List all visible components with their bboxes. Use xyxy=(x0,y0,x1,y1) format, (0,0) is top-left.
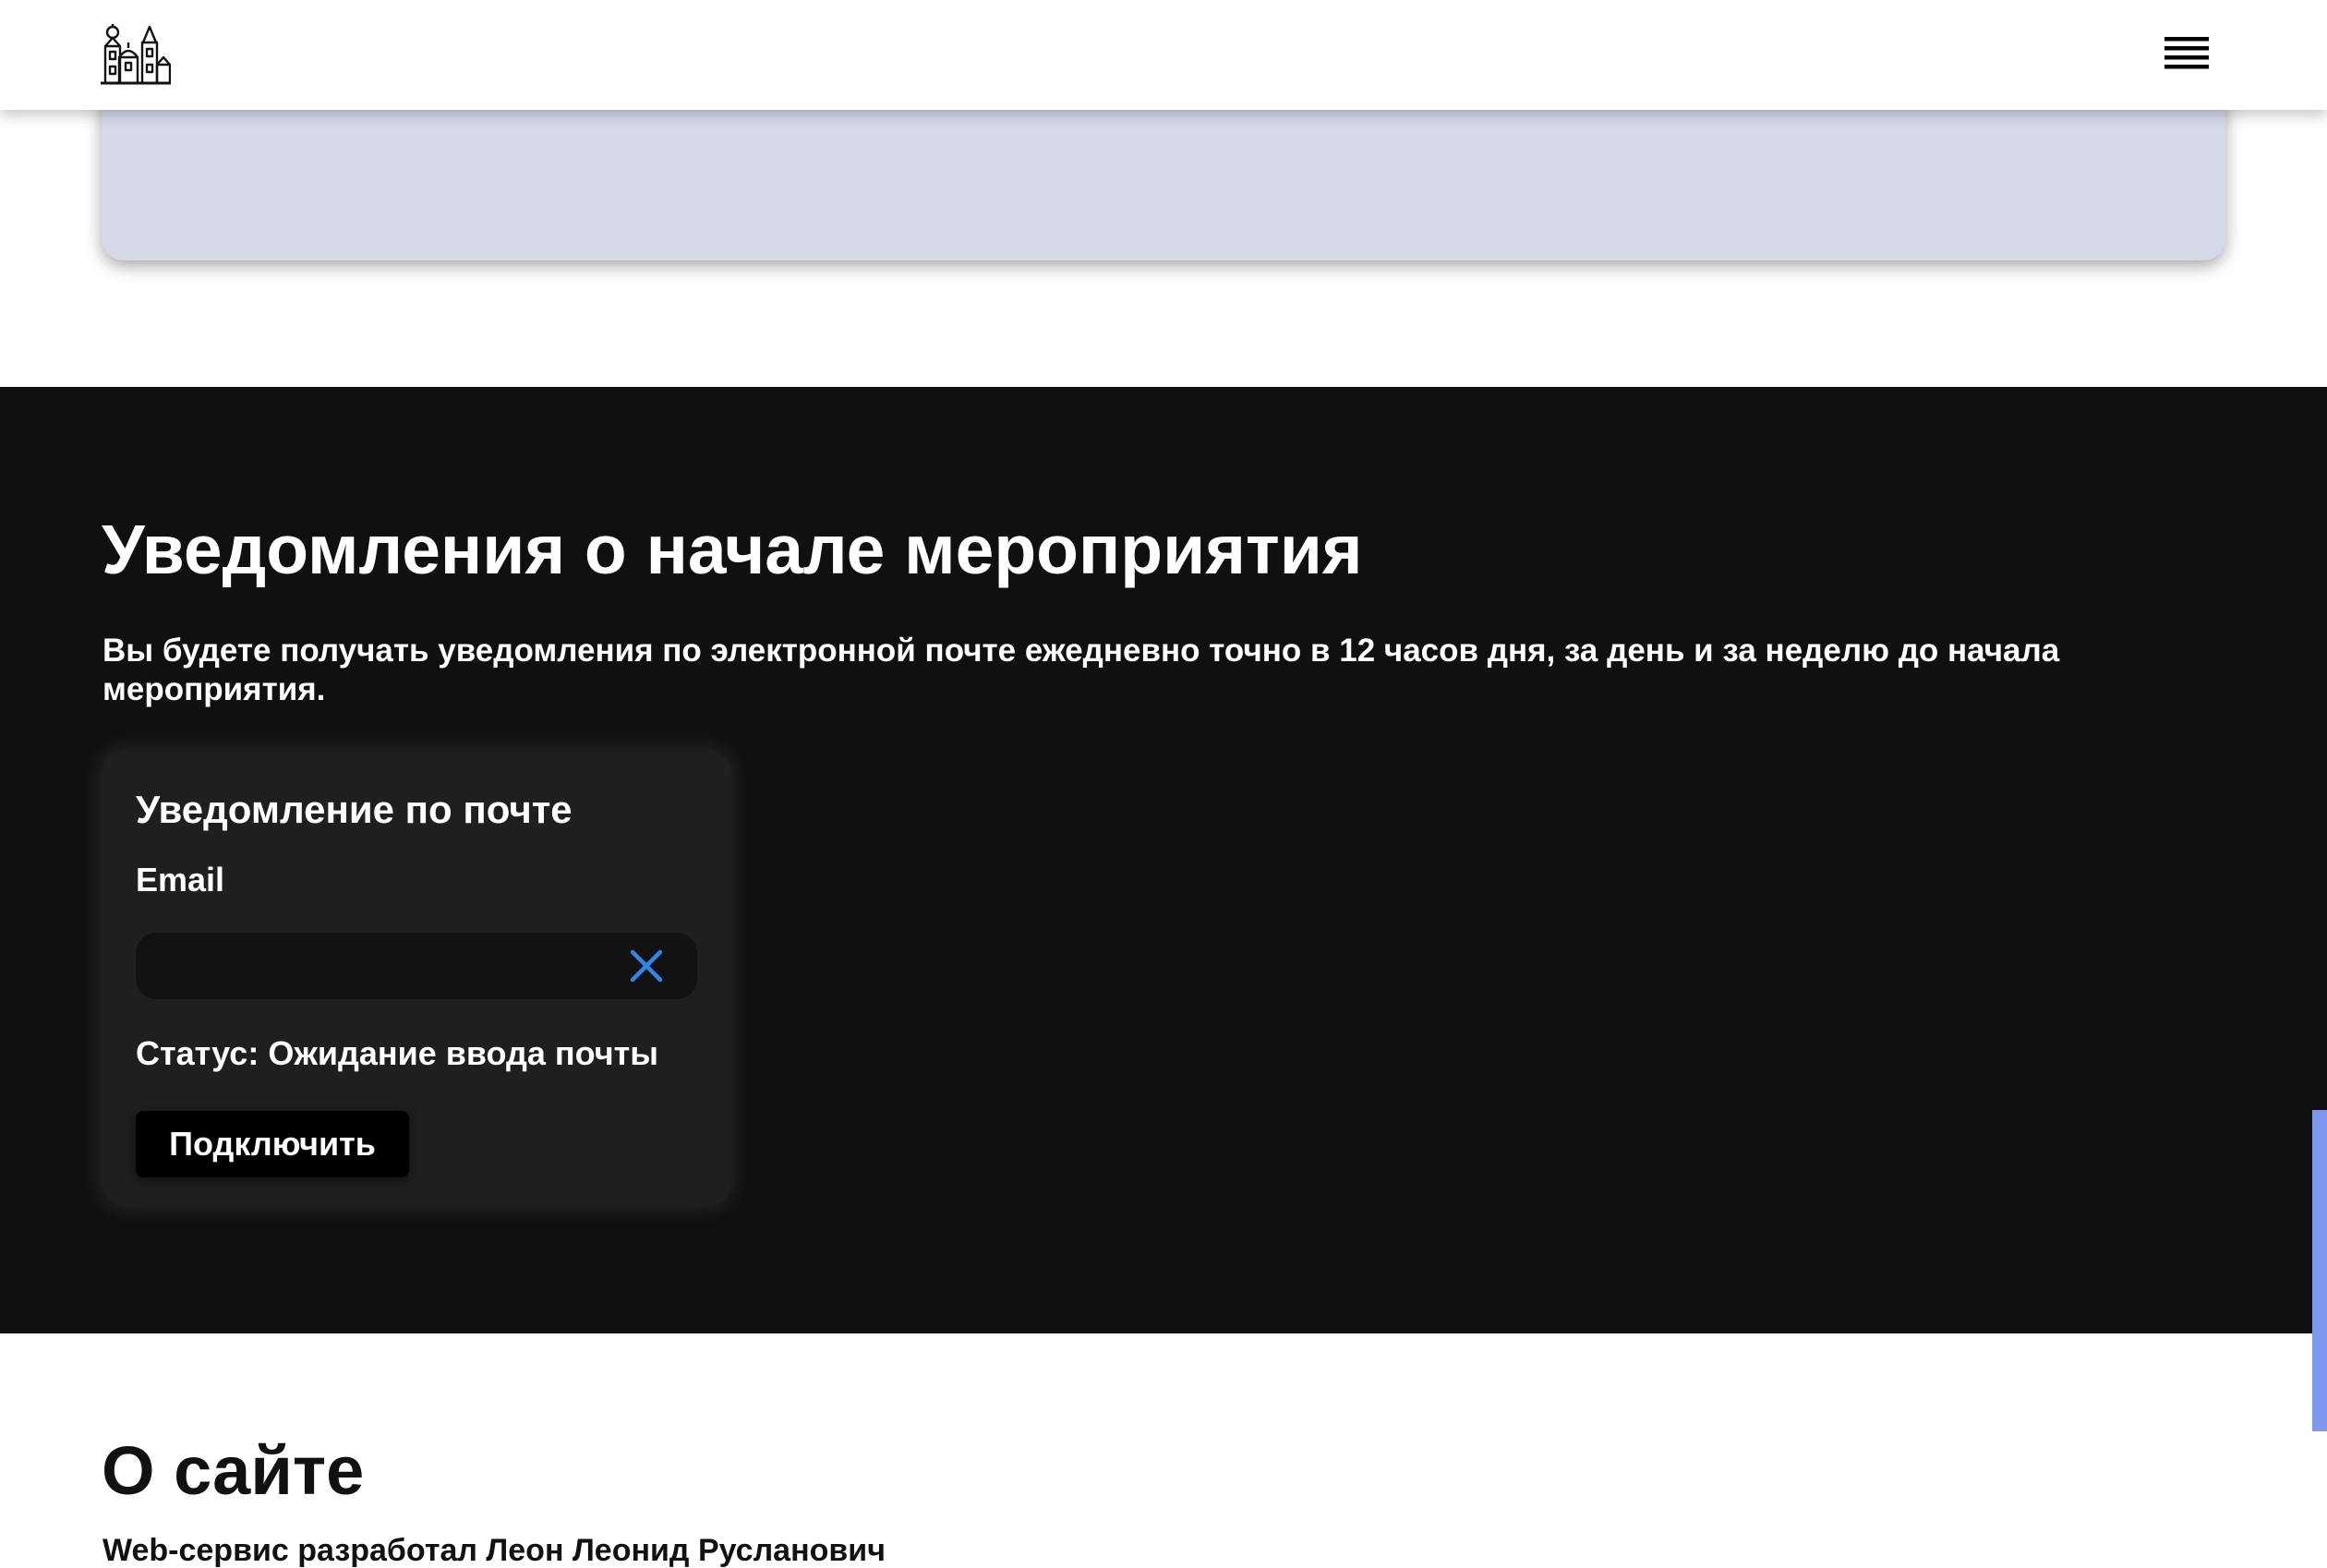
section-title: Уведомления о начале мероприятия xyxy=(102,511,1363,588)
scrollbar-thumb[interactable] xyxy=(2312,1110,2327,1431)
section-description: Вы будете получать уведомления по электр… xyxy=(102,633,2060,707)
status-text: Статус: Ожидание ввода почты xyxy=(136,1034,659,1072)
hamburger-menu-icon[interactable] xyxy=(2161,30,2212,81)
connect-button[interactable]: Подключить xyxy=(136,1111,409,1177)
card-title: Уведомление по почте xyxy=(136,788,573,831)
email-field[interactable] xyxy=(136,933,616,999)
city-castle-logo-icon[interactable] xyxy=(101,24,172,85)
email-input-container xyxy=(136,933,697,999)
close-x-icon[interactable] xyxy=(626,946,667,986)
about-text: Web-сервис разработал Леон Леонид Руслан… xyxy=(102,1533,886,1568)
notifications-section: Уведомления о начале мероприятия Вы буде… xyxy=(0,387,2327,1333)
site-header xyxy=(0,0,2327,110)
about-title: О сайте xyxy=(102,1432,365,1509)
email-notification-card: Уведомление по почте Email Статус: Ожида… xyxy=(102,751,730,1205)
email-label: Email xyxy=(136,861,225,899)
